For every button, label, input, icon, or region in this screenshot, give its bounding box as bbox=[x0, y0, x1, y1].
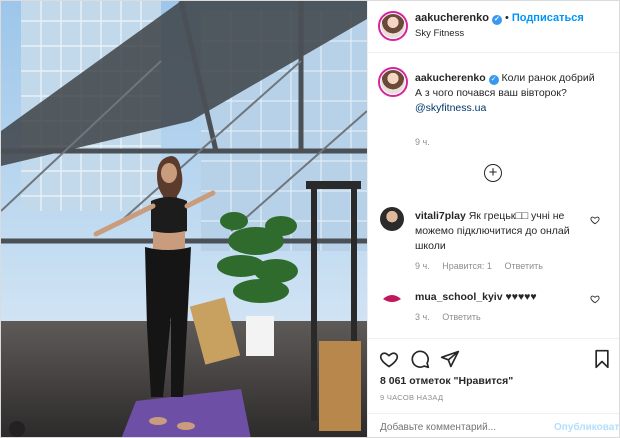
profile-circle-icon[interactable] bbox=[9, 421, 25, 437]
comment-heart-icon[interactable] bbox=[590, 215, 600, 225]
separator-dot: • bbox=[504, 12, 509, 24]
publish-button[interactable]: Опубликовать bbox=[554, 422, 619, 433]
comment-time: 3 ч. bbox=[415, 312, 430, 322]
posted-time: 9 ЧАСОВ НАЗАД bbox=[380, 393, 444, 402]
verified-badge-icon: ✓ bbox=[488, 75, 499, 85]
caption-time: 9 ч. bbox=[415, 137, 430, 147]
comment-meta: 9 ч. Нравится: 1 Ответить bbox=[415, 261, 553, 271]
commenter-avatar[interactable] bbox=[380, 287, 404, 311]
caption-username[interactable]: aakucherenko bbox=[415, 72, 486, 84]
likes-count[interactable]: 8 061 отметок "Нравится" bbox=[380, 375, 513, 387]
action-bar bbox=[368, 338, 619, 378]
paper-plane-icon[interactable] bbox=[440, 349, 460, 369]
comment-meta: 3 ч. Ответить bbox=[415, 312, 491, 322]
instagram-post: aakucherenko ✓ • Подписаться Sky Fitness aa… bbox=[0, 0, 620, 438]
post-location[interactable]: Sky Fitness bbox=[415, 28, 464, 39]
verified-badge-icon: ✓ bbox=[491, 15, 502, 25]
comment-text: vitali7play Як грецьк□□ учні не можемо п… bbox=[415, 209, 595, 254]
comment-likes[interactable]: Нравится: 1 bbox=[442, 261, 492, 271]
caption-line-2: А з чого почався ваш вівторок? bbox=[415, 87, 567, 99]
heart-icon[interactable] bbox=[379, 349, 399, 369]
comment-composer: Опубликовать bbox=[368, 413, 619, 437]
comment-text: mua_school_kyiv ♥♥♥♥♥ bbox=[415, 290, 595, 305]
caption-line-1: Коли ранок добрий bbox=[501, 72, 595, 84]
post-header: aakucherenko ✓ • Подписаться Sky Fitness bbox=[368, 1, 619, 53]
comment-reply-button[interactable]: Ответить bbox=[504, 261, 542, 271]
comment-username[interactable]: vitali7play bbox=[415, 210, 466, 222]
comment-time: 9 ч. bbox=[415, 261, 430, 271]
author-line: aakucherenko ✓ • Подписаться bbox=[415, 12, 584, 25]
bookmark-icon[interactable] bbox=[592, 349, 612, 369]
comment-input[interactable] bbox=[380, 422, 530, 433]
commenter-avatar[interactable] bbox=[380, 207, 404, 231]
post-sidebar: aakucherenko ✓ • Подписаться Sky Fitness aa… bbox=[367, 1, 619, 437]
comment-bubble-icon[interactable] bbox=[410, 349, 430, 369]
plus-circle-icon[interactable]: + bbox=[484, 164, 502, 182]
caption-text: aakucherenko ✓ Коли ранок добрий А з чого… bbox=[415, 71, 615, 116]
gym-photo-illustration bbox=[1, 1, 367, 437]
caption-avatar[interactable] bbox=[378, 67, 408, 97]
author-avatar[interactable] bbox=[378, 11, 408, 41]
comment-heart-icon[interactable] bbox=[590, 294, 600, 304]
comment-body: ♥♥♥♥♥ bbox=[505, 291, 537, 303]
author-username[interactable]: aakucherenko bbox=[415, 12, 489, 24]
comment-reply-button[interactable]: Ответить bbox=[442, 312, 480, 322]
caption-mention-link[interactable]: @skyfitness.ua bbox=[415, 102, 486, 114]
post-photo[interactable] bbox=[1, 1, 367, 437]
comment-username[interactable]: mua_school_kyiv bbox=[415, 291, 503, 303]
follow-button[interactable]: Подписаться bbox=[512, 12, 584, 24]
